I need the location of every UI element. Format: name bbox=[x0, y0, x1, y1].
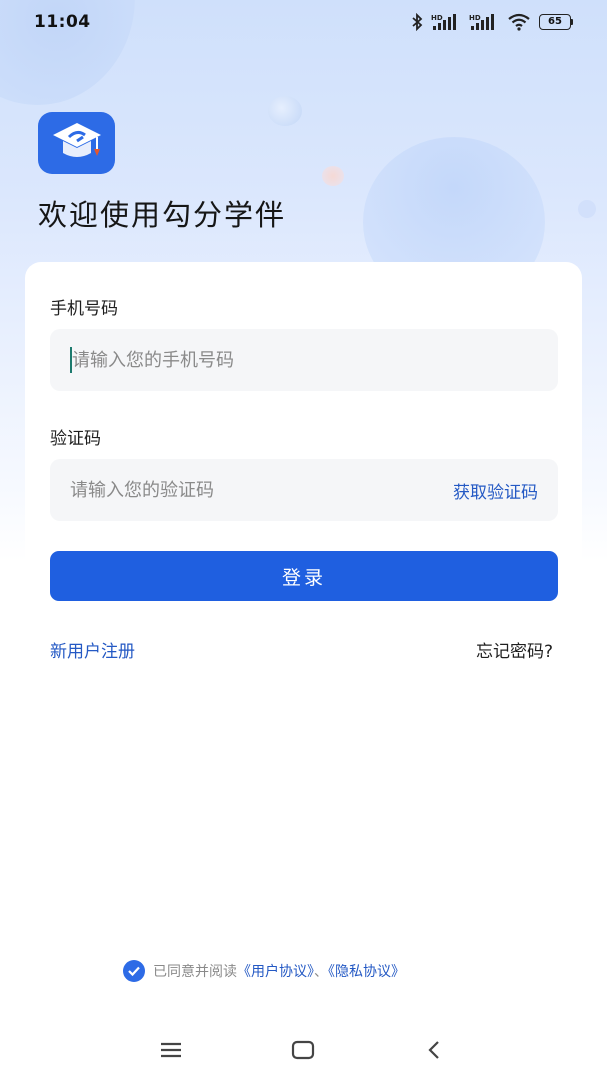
svg-text:HD: HD bbox=[431, 14, 443, 22]
menu-icon[interactable] bbox=[159, 1040, 183, 1060]
get-code-button[interactable]: 获取验证码 bbox=[453, 478, 538, 503]
battery-icon: 65 bbox=[539, 14, 573, 30]
hd-signal-icon: HD bbox=[431, 13, 461, 31]
agreement-row: 已同意并阅读《用户协议》、《隐私协议》 bbox=[123, 960, 405, 982]
phone-input[interactable] bbox=[72, 340, 538, 380]
agreement-text: 已同意并阅读 bbox=[153, 964, 237, 980]
decorative-bubble bbox=[578, 200, 596, 218]
privacy-policy-link[interactable]: 《隐私协议》 bbox=[328, 964, 405, 980]
welcome-title: 欢迎使用勾分学伴 bbox=[38, 198, 287, 232]
graduation-cap-logo-icon bbox=[38, 112, 115, 174]
login-card: 手机号码 验证码 获取验证码 登录 新用户注册 忘记密码? bbox=[25, 262, 582, 692]
status-icons: HD HD 65 bbox=[411, 13, 573, 31]
decorative-bubble bbox=[322, 166, 344, 186]
wifi-icon bbox=[507, 13, 531, 31]
forgot-password-link[interactable]: 忘记密码? bbox=[476, 637, 553, 662]
verification-code-input[interactable] bbox=[70, 470, 453, 510]
svg-text:HD: HD bbox=[469, 14, 481, 22]
code-field-container[interactable]: 获取验证码 bbox=[50, 459, 558, 521]
battery-level: 65 bbox=[539, 14, 571, 30]
login-button[interactable]: 登录 bbox=[50, 551, 558, 601]
hd-signal-icon: HD bbox=[469, 13, 499, 31]
register-link[interactable]: 新用户注册 bbox=[50, 637, 135, 662]
decorative-bubble bbox=[268, 96, 302, 126]
status-bar: 11:04 HD HD 65 bbox=[0, 0, 607, 44]
user-agreement-link[interactable]: 《用户协议》 bbox=[237, 964, 314, 980]
code-label: 验证码 bbox=[50, 429, 101, 449]
phone-field-container[interactable] bbox=[50, 329, 558, 391]
agreement-checkbox[interactable] bbox=[123, 960, 145, 982]
back-icon[interactable] bbox=[425, 1040, 443, 1060]
check-icon bbox=[128, 966, 140, 977]
status-time: 11:04 bbox=[34, 12, 91, 32]
bluetooth-icon bbox=[411, 13, 423, 31]
phone-label: 手机号码 bbox=[50, 299, 118, 319]
agreement-separator: 、 bbox=[314, 964, 328, 980]
home-icon[interactable] bbox=[291, 1040, 315, 1060]
system-nav-bar bbox=[0, 1028, 607, 1074]
